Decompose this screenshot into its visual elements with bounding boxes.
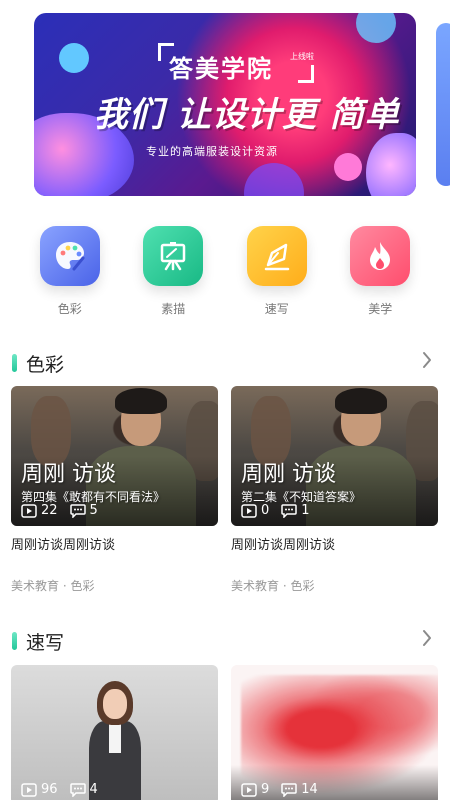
- pen-nib-icon: [246, 226, 307, 286]
- comment-count: 4: [69, 782, 98, 797]
- banner-subtitle: 专业的高端服装设计资源: [146, 145, 278, 158]
- comment-icon: [69, 503, 86, 518]
- play-icon: [241, 503, 257, 518]
- video-stats: 22 5: [21, 503, 110, 518]
- thumbnail-figure: [103, 689, 127, 719]
- video-card[interactable]: 周刚 访谈 第四集《敢都有不同看法》 22 5 周刚访谈周刚访谈 美术教育 · …: [11, 386, 218, 594]
- banner-blob: [356, 13, 396, 43]
- category-grid: 色彩 素描 速写 美学: [0, 226, 450, 317]
- video-stats: 96 4: [21, 782, 110, 797]
- section-accent-bar: [12, 354, 17, 372]
- category-color[interactable]: 色彩: [30, 226, 110, 317]
- card-meta: 美术教育 · 色彩: [231, 579, 315, 593]
- card-title: 周刚访谈周刚访谈: [231, 538, 336, 553]
- banner-blob: [366, 133, 416, 196]
- play-count-value: 22: [41, 503, 58, 518]
- category-label: 美学: [368, 302, 393, 316]
- play-icon: [241, 782, 257, 797]
- chevron-right-icon[interactable]: [421, 350, 433, 375]
- section-header-color: 色彩: [0, 348, 450, 378]
- comment-count-value: 14: [301, 782, 318, 797]
- video-stats: 9 14: [241, 782, 330, 797]
- category-label: 色彩: [57, 302, 82, 316]
- next-banner-peek[interactable]: [436, 23, 450, 186]
- chevron-right-icon[interactable]: [421, 628, 433, 653]
- play-count-value: 96: [41, 782, 58, 797]
- play-count: 0: [241, 503, 269, 518]
- thumbnail-title: 周刚 访谈: [241, 462, 336, 487]
- banner-blob: [334, 153, 362, 181]
- comment-icon: [69, 782, 86, 797]
- thumbnail-figure: [115, 388, 167, 414]
- banner-blob: [244, 163, 304, 196]
- comment-count: 14: [281, 782, 318, 797]
- section-title: 色彩: [26, 354, 65, 376]
- play-icon: [21, 782, 37, 797]
- comment-count: 5: [69, 503, 98, 518]
- video-card[interactable]: 周刚 访谈 第二集《不知道答案》 0 1 周刚访谈周刚访谈 美术教育 · 色彩: [231, 386, 438, 594]
- video-thumbnail: 9 14: [231, 665, 438, 800]
- section-header-quick-sketch: 速写: [0, 626, 450, 656]
- comment-icon: [281, 782, 298, 797]
- video-card[interactable]: 96 4: [11, 665, 218, 800]
- card-meta: 美术教育 · 色彩: [11, 579, 95, 593]
- play-count: 22: [21, 503, 58, 518]
- thumbnail-figure: [109, 723, 121, 753]
- section-accent-bar: [12, 632, 17, 650]
- video-thumbnail: 96 4: [11, 665, 218, 800]
- play-count: 9: [241, 782, 269, 797]
- play-count-value: 9: [261, 782, 270, 797]
- promo-banner[interactable]: 答美学院 上线啦 我们 让设计更 简单 专业的高端服装设计资源: [34, 13, 416, 196]
- banner-blob: [59, 43, 89, 73]
- category-sketch[interactable]: 素描: [133, 226, 213, 317]
- banner-brand-title: 答美学院: [169, 54, 273, 83]
- category-label: 速写: [264, 302, 289, 316]
- video-thumbnail: 周刚 访谈 第四集《敢都有不同看法》 22 5: [11, 386, 218, 526]
- comment-count-value: 4: [89, 782, 98, 797]
- bracket-decoration: [298, 65, 314, 83]
- video-thumbnail: 周刚 访谈 第二集《不知道答案》 0 1: [231, 386, 438, 526]
- video-stats: 0 1: [241, 503, 322, 518]
- category-label: 素描: [161, 302, 186, 316]
- banner-tag: 上线啦: [290, 52, 314, 61]
- category-quick-sketch[interactable]: 速写: [237, 226, 317, 317]
- palette-icon: [39, 226, 100, 286]
- play-count-value: 0: [261, 503, 270, 518]
- category-aesthetics[interactable]: 美学: [340, 226, 420, 317]
- comment-count-value: 1: [301, 503, 310, 518]
- flame-icon: [350, 226, 411, 286]
- easel-icon: [143, 226, 204, 286]
- comment-count: 1: [281, 503, 310, 518]
- banner-headline: 我们 让设计更 简单: [94, 95, 400, 135]
- play-icon: [21, 503, 37, 518]
- thumbnail-title: 周刚 访谈: [21, 462, 116, 487]
- play-count: 96: [21, 782, 58, 797]
- card-title: 周刚访谈周刚访谈: [11, 538, 116, 553]
- section-title: 速写: [26, 632, 65, 654]
- banner-image: 答美学院 上线啦 我们 让设计更 简单 专业的高端服装设计资源: [34, 13, 416, 196]
- comment-count-value: 5: [89, 503, 98, 518]
- video-card[interactable]: 9 14: [231, 665, 438, 800]
- thumbnail-figure: [335, 388, 387, 414]
- comment-icon: [281, 503, 298, 518]
